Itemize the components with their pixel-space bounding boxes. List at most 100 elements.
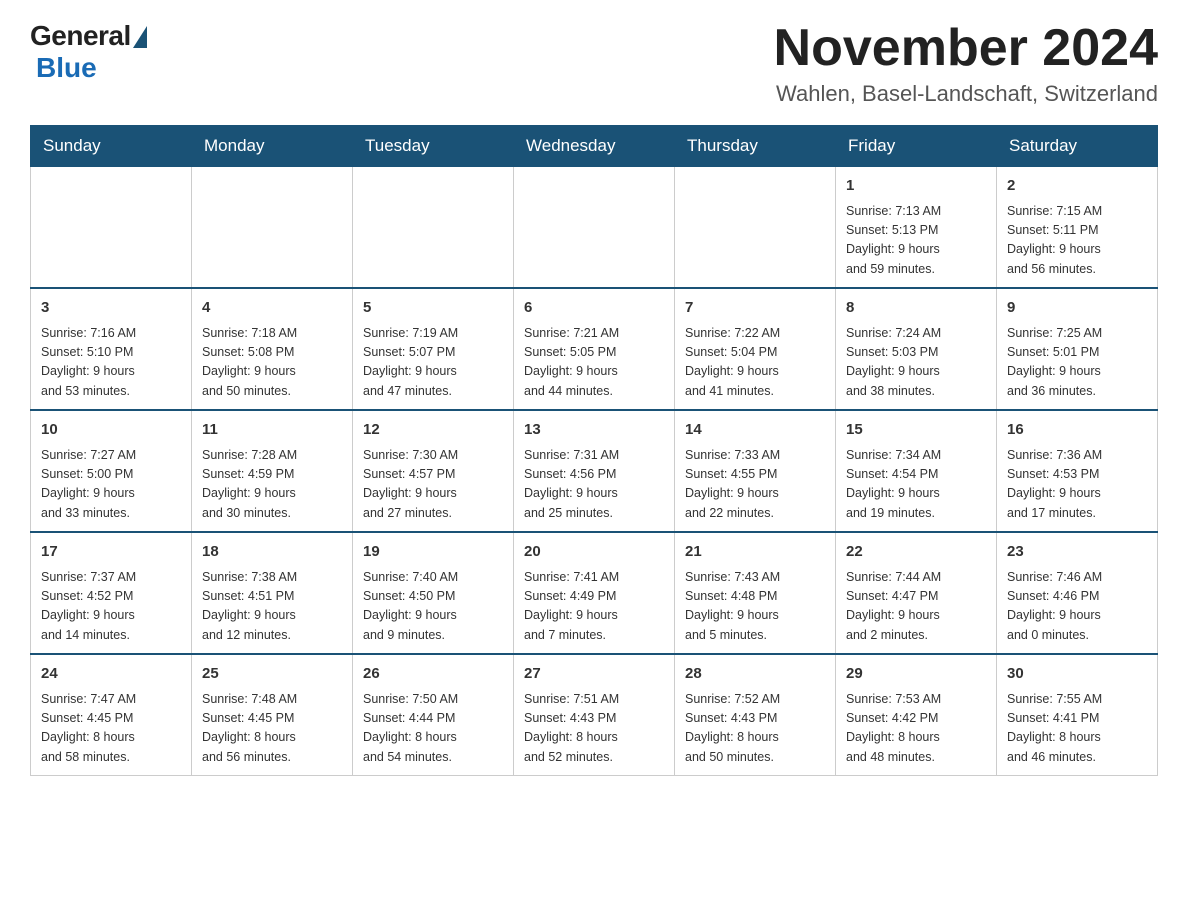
day-info: Sunrise: 7:19 AM Sunset: 5:07 PM Dayligh… xyxy=(363,324,503,402)
calendar-cell: 3 Sunrise: 7:16 AM Sunset: 5:10 PM Daylig… xyxy=(31,288,192,410)
calendar-cell: 12 Sunrise: 7:30 AM Sunset: 4:57 PM Dayli… xyxy=(353,410,514,532)
day-info: Sunrise: 7:31 AM Sunset: 4:56 PM Dayligh… xyxy=(524,446,664,524)
calendar-cell: 10Sunrise: 7:27 AM Sunset: 5:00 PM Dayli… xyxy=(31,410,192,532)
day-number: 30 xyxy=(1007,663,1147,686)
day-number: 20 xyxy=(524,541,664,564)
day-info: Sunrise: 7:18 AM Sunset: 5:08 PM Dayligh… xyxy=(202,324,342,402)
day-number: 9 xyxy=(1007,297,1147,320)
month-title: November 2024 xyxy=(774,20,1158,77)
calendar-cell: 24 Sunrise: 7:47 AM Sunset: 4:45 PM Dayli… xyxy=(31,654,192,776)
weekday-header-monday: Monday xyxy=(192,126,353,167)
logo-blue-text: Blue xyxy=(36,52,97,83)
calendar-week-1: 1 Sunrise: 7:13 AM Sunset: 5:13 PM Daylig… xyxy=(31,167,1158,289)
day-number: 1 xyxy=(846,175,986,198)
day-number: 24 xyxy=(41,663,181,686)
calendar-cell: 17 Sunrise: 7:37 AM Sunset: 4:52 PM Dayli… xyxy=(31,532,192,654)
calendar-cell xyxy=(514,167,675,289)
day-info: Sunrise: 7:55 AM Sunset: 4:41 PM Dayligh… xyxy=(1007,690,1147,768)
page-header: General Blue November 2024 Wahlen, Basel… xyxy=(30,20,1158,107)
title-section: November 2024 Wahlen, Basel-Landschaft, … xyxy=(774,20,1158,107)
calendar-cell xyxy=(675,167,836,289)
day-info: Sunrise: 7:30 AM Sunset: 4:57 PM Dayligh… xyxy=(363,446,503,524)
day-number: 8 xyxy=(846,297,986,320)
day-number: 25 xyxy=(202,663,342,686)
calendar-cell: 29 Sunrise: 7:53 AM Sunset: 4:42 PM Dayli… xyxy=(836,654,997,776)
day-info: Sunrise: 7:53 AM Sunset: 4:42 PM Dayligh… xyxy=(846,690,986,768)
day-number: 3 xyxy=(41,297,181,320)
calendar-cell: 25 Sunrise: 7:48 AM Sunset: 4:45 PM Dayli… xyxy=(192,654,353,776)
day-number: 19 xyxy=(363,541,503,564)
weekday-header-sunday: Sunday xyxy=(31,126,192,167)
day-number: 11 xyxy=(202,419,342,442)
day-number: 22 xyxy=(846,541,986,564)
calendar-cell: 6 Sunrise: 7:21 AM Sunset: 5:05 PM Daylig… xyxy=(514,288,675,410)
calendar-table: SundayMondayTuesdayWednesdayThursdayFrid… xyxy=(30,125,1158,776)
day-number: 27 xyxy=(524,663,664,686)
weekday-header-thursday: Thursday xyxy=(675,126,836,167)
day-number: 17 xyxy=(41,541,181,564)
calendar-week-4: 17 Sunrise: 7:37 AM Sunset: 4:52 PM Dayli… xyxy=(31,532,1158,654)
calendar-cell: 23Sunrise: 7:46 AM Sunset: 4:46 PM Dayli… xyxy=(997,532,1158,654)
day-number: 26 xyxy=(363,663,503,686)
calendar-cell xyxy=(31,167,192,289)
day-number: 12 xyxy=(363,419,503,442)
day-info: Sunrise: 7:13 AM Sunset: 5:13 PM Dayligh… xyxy=(846,202,986,280)
day-info: Sunrise: 7:51 AM Sunset: 4:43 PM Dayligh… xyxy=(524,690,664,768)
day-info: Sunrise: 7:21 AM Sunset: 5:05 PM Dayligh… xyxy=(524,324,664,402)
calendar-cell: 4 Sunrise: 7:18 AM Sunset: 5:08 PM Daylig… xyxy=(192,288,353,410)
logo: General Blue xyxy=(30,20,147,84)
day-info: Sunrise: 7:43 AM Sunset: 4:48 PM Dayligh… xyxy=(685,568,825,646)
day-number: 23 xyxy=(1007,541,1147,564)
day-info: Sunrise: 7:44 AM Sunset: 4:47 PM Dayligh… xyxy=(846,568,986,646)
day-info: Sunrise: 7:28 AM Sunset: 4:59 PM Dayligh… xyxy=(202,446,342,524)
day-number: 7 xyxy=(685,297,825,320)
day-number: 18 xyxy=(202,541,342,564)
day-number: 16 xyxy=(1007,419,1147,442)
calendar-cell: 14 Sunrise: 7:33 AM Sunset: 4:55 PM Dayli… xyxy=(675,410,836,532)
calendar-cell: 30 Sunrise: 7:55 AM Sunset: 4:41 PM Dayli… xyxy=(997,654,1158,776)
day-number: 4 xyxy=(202,297,342,320)
calendar-cell xyxy=(192,167,353,289)
weekday-header-friday: Friday xyxy=(836,126,997,167)
day-info: Sunrise: 7:48 AM Sunset: 4:45 PM Dayligh… xyxy=(202,690,342,768)
calendar-cell: 13 Sunrise: 7:31 AM Sunset: 4:56 PM Dayli… xyxy=(514,410,675,532)
weekday-header-saturday: Saturday xyxy=(997,126,1158,167)
calendar-cell: 28Sunrise: 7:52 AM Sunset: 4:43 PM Dayli… xyxy=(675,654,836,776)
day-info: Sunrise: 7:25 AM Sunset: 5:01 PM Dayligh… xyxy=(1007,324,1147,402)
calendar-week-3: 10Sunrise: 7:27 AM Sunset: 5:00 PM Dayli… xyxy=(31,410,1158,532)
day-info: Sunrise: 7:16 AM Sunset: 5:10 PM Dayligh… xyxy=(41,324,181,402)
calendar-cell: 19Sunrise: 7:40 AM Sunset: 4:50 PM Dayli… xyxy=(353,532,514,654)
weekday-header-row: SundayMondayTuesdayWednesdayThursdayFrid… xyxy=(31,126,1158,167)
calendar-cell: 5Sunrise: 7:19 AM Sunset: 5:07 PM Daylig… xyxy=(353,288,514,410)
calendar-week-2: 3 Sunrise: 7:16 AM Sunset: 5:10 PM Daylig… xyxy=(31,288,1158,410)
day-info: Sunrise: 7:47 AM Sunset: 4:45 PM Dayligh… xyxy=(41,690,181,768)
calendar-cell: 1 Sunrise: 7:13 AM Sunset: 5:13 PM Daylig… xyxy=(836,167,997,289)
calendar-cell: 11 Sunrise: 7:28 AM Sunset: 4:59 PM Dayli… xyxy=(192,410,353,532)
location-text: Wahlen, Basel-Landschaft, Switzerland xyxy=(774,81,1158,107)
calendar-cell: 21 Sunrise: 7:43 AM Sunset: 4:48 PM Dayli… xyxy=(675,532,836,654)
calendar-cell: 2 Sunrise: 7:15 AM Sunset: 5:11 PM Daylig… xyxy=(997,167,1158,289)
day-number: 13 xyxy=(524,419,664,442)
calendar-cell: 26Sunrise: 7:50 AM Sunset: 4:44 PM Dayli… xyxy=(353,654,514,776)
day-info: Sunrise: 7:34 AM Sunset: 4:54 PM Dayligh… xyxy=(846,446,986,524)
logo-general-text: General xyxy=(30,20,131,52)
day-info: Sunrise: 7:38 AM Sunset: 4:51 PM Dayligh… xyxy=(202,568,342,646)
day-number: 29 xyxy=(846,663,986,686)
calendar-cell xyxy=(353,167,514,289)
day-info: Sunrise: 7:52 AM Sunset: 4:43 PM Dayligh… xyxy=(685,690,825,768)
day-info: Sunrise: 7:37 AM Sunset: 4:52 PM Dayligh… xyxy=(41,568,181,646)
day-info: Sunrise: 7:15 AM Sunset: 5:11 PM Dayligh… xyxy=(1007,202,1147,280)
day-number: 21 xyxy=(685,541,825,564)
day-info: Sunrise: 7:33 AM Sunset: 4:55 PM Dayligh… xyxy=(685,446,825,524)
day-info: Sunrise: 7:24 AM Sunset: 5:03 PM Dayligh… xyxy=(846,324,986,402)
day-number: 6 xyxy=(524,297,664,320)
logo-triangle-icon xyxy=(133,26,147,48)
day-number: 2 xyxy=(1007,175,1147,198)
day-info: Sunrise: 7:36 AM Sunset: 4:53 PM Dayligh… xyxy=(1007,446,1147,524)
calendar-cell: 8 Sunrise: 7:24 AM Sunset: 5:03 PM Daylig… xyxy=(836,288,997,410)
day-number: 15 xyxy=(846,419,986,442)
day-info: Sunrise: 7:27 AM Sunset: 5:00 PM Dayligh… xyxy=(41,446,181,524)
day-number: 14 xyxy=(685,419,825,442)
day-info: Sunrise: 7:41 AM Sunset: 4:49 PM Dayligh… xyxy=(524,568,664,646)
calendar-cell: 7Sunrise: 7:22 AM Sunset: 5:04 PM Daylig… xyxy=(675,288,836,410)
